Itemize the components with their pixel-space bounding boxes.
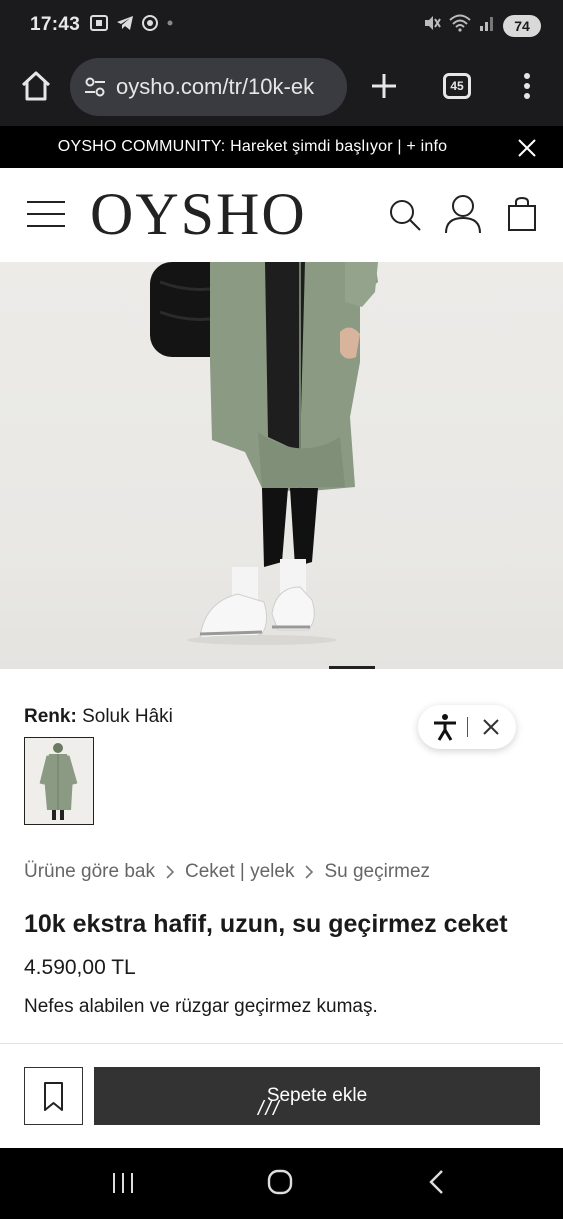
status-bar: 17:43 74: [0, 0, 563, 50]
breadcrumb-item[interactable]: Su geçirmez: [324, 861, 430, 883]
close-icon[interactable]: [516, 137, 538, 159]
browser-toolbar: oysho.com/tr/10k-ek 45: [0, 50, 563, 126]
home-icon[interactable]: [18, 68, 54, 104]
chrome-icon: [142, 15, 158, 36]
new-tab-icon[interactable]: [368, 68, 400, 104]
product-image[interactable]: [0, 262, 563, 669]
product-photo-illustration: [150, 262, 378, 645]
shopping-bag-icon[interactable]: [506, 196, 538, 232]
home-icon[interactable]: [266, 1168, 294, 1196]
signal-icon: [479, 14, 495, 37]
notification-icons: [90, 15, 174, 36]
accessibility-widget[interactable]: [418, 705, 516, 749]
loading-indicator: ///: [258, 1098, 281, 1120]
brand-logo[interactable]: OYSHO: [90, 182, 307, 246]
wifi-icon: [449, 14, 471, 37]
bookmark-icon: [44, 1082, 63, 1111]
site-settings-icon[interactable]: [82, 74, 108, 100]
tab-switcher-button[interactable]: 45: [443, 73, 471, 99]
more-notifications-dot: [166, 15, 174, 36]
swatch-thumbnail: [25, 738, 93, 824]
color-label: Renk:: [24, 706, 77, 727]
battery-icon: 74: [503, 14, 541, 37]
search-icon[interactable]: [388, 198, 422, 232]
site-header: OYSHO: [0, 168, 563, 262]
divider: [467, 717, 468, 737]
menu-icon[interactable]: [26, 198, 66, 230]
mute-icon: [423, 14, 441, 37]
system-navigation-bar: [0, 1148, 563, 1219]
recent-apps-icon[interactable]: [110, 1170, 136, 1196]
chevron-right-icon: [166, 865, 175, 879]
product-title: 10k ekstra hafif, uzun, su geçirmez ceke…: [24, 910, 508, 938]
breadcrumb: Ürüne göre bak Ceket | yelek Su geçirmez: [24, 861, 430, 883]
breadcrumb-item[interactable]: Ceket | yelek: [185, 861, 294, 883]
product-description: Nefes alabilen ve rüzgar geçirmez kumaş.: [24, 996, 378, 1017]
announcement-text[interactable]: OYSHO COMMUNITY: Hareket şimdi başlıyor …: [0, 138, 505, 156]
add-to-cart-button[interactable]: Sepete ekle: [94, 1067, 540, 1125]
color-value: Soluk Hâki: [82, 706, 173, 727]
telegram-icon: [116, 15, 134, 36]
screenshot-icon: [90, 15, 108, 36]
status-time: 17:43: [30, 14, 81, 35]
account-icon[interactable]: [444, 194, 482, 234]
carousel-indicator[interactable]: [329, 666, 375, 669]
url-text[interactable]: oysho.com/tr/10k-ek: [116, 74, 341, 100]
close-icon[interactable]: [482, 718, 500, 736]
product-price: 4.590,00 TL: [24, 956, 136, 979]
system-icons: 74: [423, 14, 541, 37]
breadcrumb-item[interactable]: Ürüne göre bak: [24, 861, 155, 883]
wishlist-button[interactable]: [24, 1067, 83, 1125]
back-icon[interactable]: [426, 1168, 448, 1196]
address-bar[interactable]: oysho.com/tr/10k-ek: [70, 58, 347, 116]
more-menu-icon[interactable]: [515, 70, 539, 102]
accessibility-icon[interactable]: [432, 713, 458, 741]
announcement-banner: OYSHO COMMUNITY: Hareket şimdi başlıyor …: [0, 126, 563, 168]
chevron-right-icon: [305, 865, 314, 879]
color-selector: Renk: Soluk Hâki: [24, 706, 173, 728]
color-swatch[interactable]: [24, 737, 94, 825]
divider: [0, 1043, 563, 1044]
